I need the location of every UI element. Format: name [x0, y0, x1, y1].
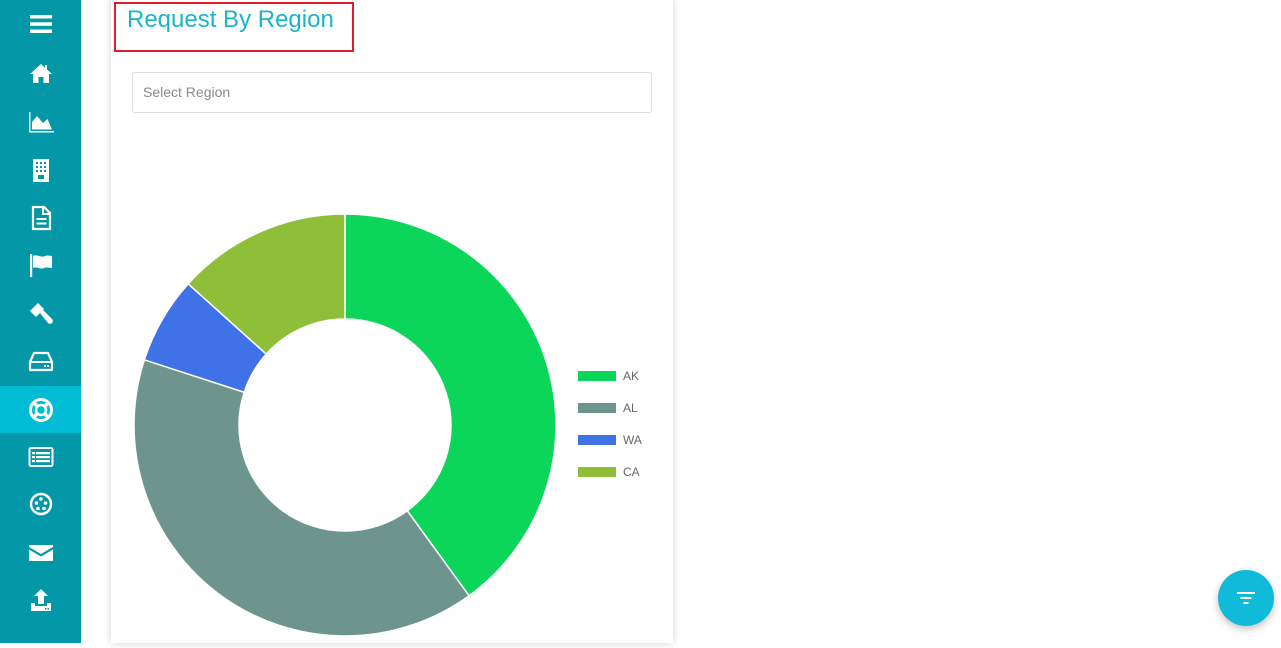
list-icon: [28, 446, 53, 467]
home-icon: [29, 63, 52, 83]
sidebar-item-menu[interactable]: [0, 0, 81, 47]
legend-label: WA: [623, 433, 642, 447]
sidebar-item-buildings[interactable]: [0, 146, 81, 193]
hard-drive-icon: [28, 351, 53, 371]
legend-swatch: [578, 403, 616, 413]
donut-slice-al[interactable]: [133, 358, 471, 637]
area-chart-icon: [28, 111, 54, 132]
sidebar-item-documents[interactable]: [0, 194, 81, 241]
network-icon: [29, 492, 52, 515]
sidebar: [0, 0, 81, 643]
region-donut-chart: AK AL WA CA: [111, 130, 673, 643]
legend-swatch: [578, 371, 616, 381]
legend-swatch: [578, 435, 616, 445]
legend-item-ca[interactable]: CA: [578, 465, 640, 479]
sidebar-item-flags[interactable]: [0, 241, 81, 288]
building-icon: [32, 158, 49, 182]
sidebar-item-upload[interactable]: [0, 576, 81, 623]
life-ring-icon: [28, 397, 53, 422]
sidebar-item-list[interactable]: [0, 433, 81, 480]
legend-label: CA: [623, 465, 640, 479]
sidebar-item-legal[interactable]: [0, 289, 81, 336]
sidebar-item-storage[interactable]: [0, 337, 81, 384]
donut-chart-svg: AK AL WA CA: [133, 213, 642, 637]
legend-item-al[interactable]: AL: [578, 401, 638, 415]
document-icon: [31, 205, 51, 230]
mail-icon: [28, 544, 53, 561]
sidebar-item-support[interactable]: [0, 386, 81, 433]
flag-icon: [29, 253, 52, 277]
legend-label: AL: [623, 401, 638, 415]
legend-label: AK: [623, 369, 639, 383]
legend-item-ak[interactable]: AK: [578, 369, 639, 383]
legend-item-wa[interactable]: WA: [578, 433, 642, 447]
legend-swatch: [578, 467, 616, 477]
menu-icon: [29, 14, 52, 33]
card-title: Request By Region: [127, 6, 334, 33]
sidebar-item-analytics[interactable]: [0, 98, 81, 145]
filter-icon: [1237, 592, 1255, 604]
sidebar-item-home[interactable]: [0, 50, 81, 97]
sidebar-item-network[interactable]: [0, 480, 81, 527]
upload-icon: [30, 588, 51, 611]
gavel-icon: [29, 302, 53, 324]
sidebar-item-mail[interactable]: [0, 528, 81, 575]
filter-button[interactable]: [1218, 570, 1274, 626]
region-select[interactable]: Select Region: [132, 72, 652, 113]
